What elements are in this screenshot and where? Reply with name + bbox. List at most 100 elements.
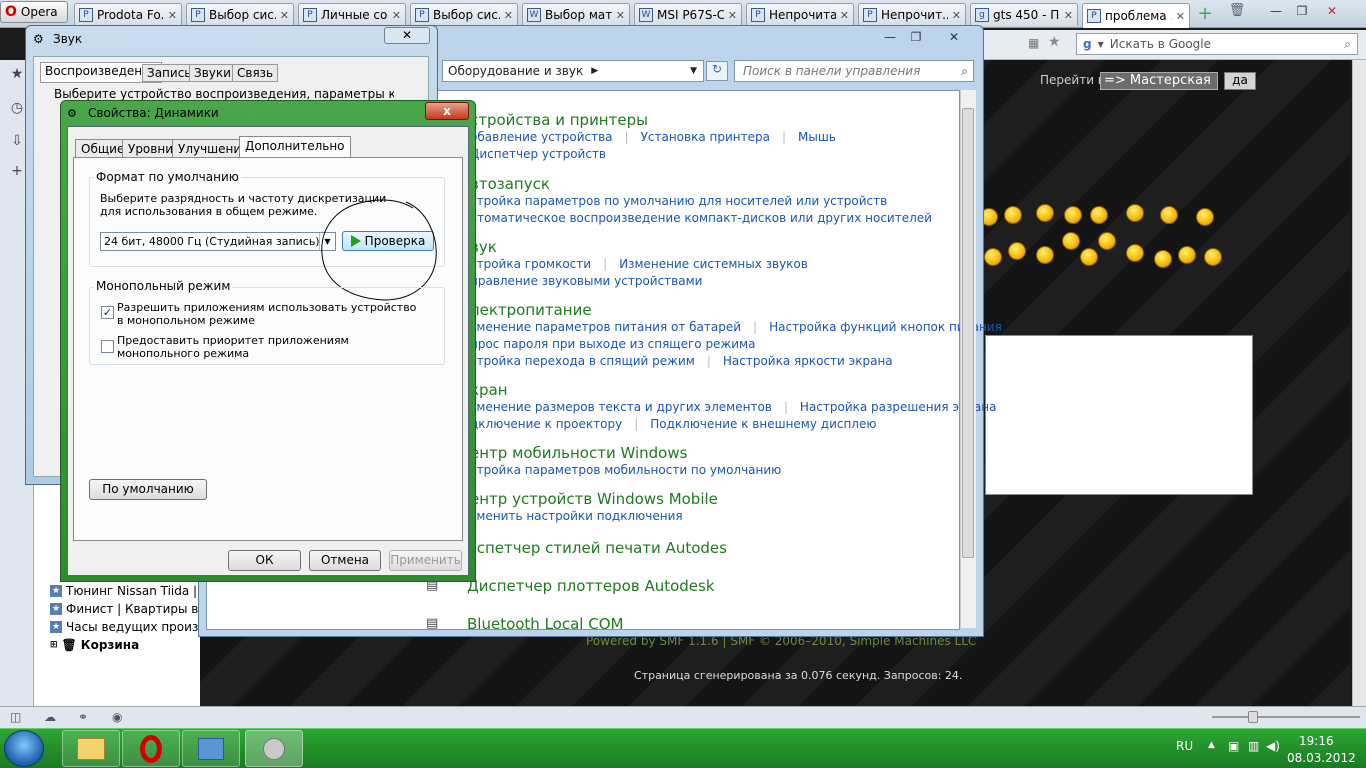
explorer-taskbar-icon[interactable]	[62, 730, 120, 767]
zoom-slider[interactable]	[1212, 716, 1360, 718]
smiley-icon[interactable]	[1036, 246, 1054, 264]
search-input[interactable]: g ▼ Искать в Google ⌕	[1076, 33, 1358, 55]
cp-section-title[interactable]: ентр мобильности Windows	[470, 444, 687, 462]
smiley-icon[interactable]	[1064, 206, 1082, 224]
tab-communications[interactable]: Связь	[232, 64, 279, 82]
cp-link[interactable]: втоматическое воспроизведение компакт-ди…	[470, 211, 932, 225]
forum-post-area[interactable]	[985, 335, 1253, 495]
tab-close-icon[interactable]: ✕	[280, 9, 289, 22]
ok-button[interactable]: ОК	[228, 550, 301, 571]
cp-link[interactable]: стройка перехода в спящий режим	[470, 354, 695, 368]
smiley-icon[interactable]	[1090, 206, 1108, 224]
tab-close-icon[interactable]: ✕	[168, 9, 177, 22]
search-icon[interactable]: ⌕	[1344, 37, 1351, 52]
tab-close-icon[interactable]: ✕	[840, 9, 849, 22]
close-button[interactable]: x	[425, 102, 469, 120]
browser-tab[interactable]: g gts 450 - П... ✕	[970, 3, 1078, 26]
priority-checkbox[interactable]	[101, 340, 114, 353]
clock-date[interactable]: 08.03.2012	[1287, 751, 1356, 765]
add-panel-icon[interactable]: +	[8, 163, 26, 181]
star-icon[interactable]: ★	[1048, 34, 1061, 50]
cp-link[interactable]: прос пароля при выходе из спящего режима	[470, 337, 755, 351]
tray-expand-icon[interactable]: ▲	[1208, 740, 1215, 750]
browser-tab[interactable]: P Непрочит... ✕	[858, 3, 966, 26]
control-panel-taskbar-icon[interactable]	[182, 730, 240, 767]
cp-link[interactable]: Установка принтера	[641, 130, 770, 144]
restore-defaults-button[interactable]: По умолчанию	[89, 479, 207, 500]
downloads-icon[interactable]: ⇩	[8, 133, 26, 151]
smiley-icon[interactable]	[1178, 246, 1196, 264]
minimize-icon[interactable]: —	[1264, 2, 1288, 20]
cp-scrollbar-thumb[interactable]	[962, 108, 974, 558]
cp-link[interactable]: дключение к проектору	[470, 417, 622, 431]
browser-tab[interactable]: P Непрочита... ✕	[746, 3, 854, 26]
cp-search-input[interactable]: Поиск в панели управления ⌕	[734, 60, 974, 82]
tab-levels[interactable]: Уровни	[122, 139, 179, 158]
cp-link[interactable]: правление звуковыми устройствами	[470, 274, 702, 288]
browser-tab[interactable]: Pпроблема ... ✕	[1082, 3, 1190, 28]
language-indicator[interactable]: RU	[1176, 739, 1193, 753]
unite-icon[interactable]: ⚭	[78, 710, 88, 724]
cp-section-title[interactable]: лектропитание	[470, 301, 592, 319]
cp-section-title[interactable]: ентр устройств Windows Mobile	[470, 490, 718, 508]
cp-link[interactable]: стройка параметров по умолчанию для носи…	[470, 194, 887, 208]
smiley-icon[interactable]	[1204, 248, 1222, 266]
apply-button[interactable]: Применить	[389, 550, 462, 571]
device-icon[interactable]: ▣	[1228, 739, 1239, 753]
opera-menu-button[interactable]: O Opera	[0, 1, 68, 23]
cp-section-title[interactable]: Bluetooth Local COM	[467, 615, 623, 633]
smiley-icon[interactable]	[984, 248, 1002, 266]
browser-tab[interactable]: P Выбор сис... ✕	[410, 3, 518, 26]
expand-icon[interactable]: ⊞	[50, 640, 58, 650]
new-tab-icon[interactable]: +	[1195, 3, 1215, 24]
maximize-icon[interactable]: ❐	[1290, 2, 1314, 20]
cp-minimize-icon[interactable]: —	[878, 28, 902, 46]
cp-link[interactable]: Настройка яркости экрана	[723, 354, 893, 368]
refresh-icon[interactable]: ↻	[706, 61, 728, 81]
forum-nav-select[interactable]: => Мастерская	[1100, 72, 1218, 90]
smiley-icon[interactable]	[1196, 208, 1214, 226]
zoom-slider-thumb[interactable]	[1248, 711, 1258, 723]
list-item[interactable]: ★Финист | Квартиры вт...	[34, 600, 200, 618]
cp-link[interactable]: Мышь	[798, 130, 836, 144]
turbo-icon[interactable]: ◉	[112, 710, 122, 724]
browser-tab[interactable]: W Выбор мат... ✕	[522, 3, 630, 26]
cp-link[interactable]: зменение размеров текста и других элемен…	[470, 400, 772, 414]
cp-link[interactable]: зменение параметров питания от батарей	[470, 320, 741, 334]
tab-close-icon[interactable]: ✕	[1176, 10, 1185, 23]
smiley-icon[interactable]	[1098, 232, 1116, 250]
cp-section-title[interactable]: втозапуск	[470, 175, 550, 193]
tab-close-icon[interactable]: ✕	[616, 9, 625, 22]
sound-close-button[interactable]: ✕	[384, 27, 430, 44]
cp-maximize-icon[interactable]: ❐	[904, 28, 928, 46]
smiley-icon[interactable]	[1062, 232, 1080, 250]
cp-link[interactable]: Диспетчер устройств	[470, 147, 606, 161]
cp-link[interactable]: Подключение к внешнему дисплею	[650, 417, 876, 431]
smiley-icon[interactable]	[1080, 248, 1098, 266]
cloud-icon[interactable]: ☁	[44, 710, 56, 724]
tab-close-icon[interactable]: ✕	[1064, 9, 1073, 22]
smiley-icon[interactable]	[1160, 206, 1178, 224]
bookmarks-star-icon[interactable]: ★	[8, 66, 26, 84]
volume-icon[interactable]: ◀)	[1266, 739, 1280, 753]
list-item[interactable]: ⊞ 🗑 Корзина	[34, 636, 200, 654]
cp-link[interactable]: Изменение системных звуков	[619, 257, 808, 271]
chevron-down-icon[interactable]: ▼	[690, 66, 697, 76]
cp-section-title[interactable]: Диспетчер плоттеров Autodesk	[467, 577, 715, 595]
cp-section-title[interactable]: испетчер стилей печати Autodes	[467, 539, 727, 557]
forum-go-button[interactable]: да	[1224, 72, 1256, 90]
smiley-icon[interactable]	[1004, 206, 1022, 224]
cancel-button[interactable]: Отмена	[309, 550, 381, 571]
browser-scrollbar[interactable]	[1352, 60, 1366, 706]
rss-icon[interactable]: ▦	[1028, 36, 1039, 50]
smiley-icon[interactable]	[1126, 244, 1144, 262]
cp-section-title[interactable]: стройства и принтеры	[470, 111, 648, 129]
list-item[interactable]: ★Часы ведущих произв...	[34, 618, 200, 636]
network-icon[interactable]: ▥	[1248, 739, 1259, 753]
tab-sounds[interactable]: Звуки	[189, 64, 236, 82]
list-item[interactable]: ★ Тюнинг Nissan Tiida |...	[34, 582, 200, 600]
tab-close-icon[interactable]: ✕	[504, 9, 513, 22]
browser-tab[interactable]: W MSI P67S-C... ✕	[634, 3, 742, 26]
sound-taskbar-icon[interactable]	[245, 730, 303, 767]
history-icon[interactable]: ◷	[8, 100, 26, 118]
